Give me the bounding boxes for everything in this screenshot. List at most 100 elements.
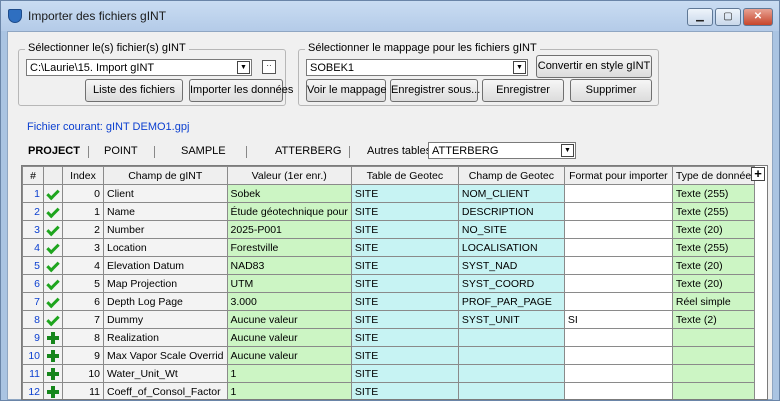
tab-atterberg[interactable]: ATTERBERG [275,145,341,157]
data-type-cell[interactable]: Texte (2) [671,310,756,329]
row-number[interactable]: 6 [22,274,44,293]
data-type-cell[interactable] [671,382,756,399]
tab-sample[interactable]: SAMPLE [181,145,226,157]
import-format-cell[interactable] [563,220,673,239]
value-cell[interactable]: 1 [226,382,352,399]
row-index[interactable]: 10 [62,364,104,383]
row-index[interactable]: 8 [62,328,104,347]
row-number[interactable]: 4 [22,238,44,257]
table-row[interactable]: 2 1 Name Étude géotechnique pour SITE DESCRIP… [22,202,756,221]
col-header-data-type[interactable]: Type de donnée [671,166,756,185]
row-number[interactable]: 10 [22,346,44,365]
row-number[interactable]: 8 [22,310,44,329]
geotec-table-cell[interactable]: SITE [350,310,459,329]
gint-field-cell[interactable]: Max Vapor Scale Overrid [103,346,228,365]
import-format-cell[interactable] [563,364,673,383]
table-row[interactable]: 8 7 Dummy Aucune valeur SITE SYST_UNIT SI Texte… [22,310,756,329]
row-number[interactable]: 7 [22,292,44,311]
row-index[interactable]: 0 [62,184,104,203]
geotec-table-cell[interactable]: SITE [350,238,459,257]
data-type-cell[interactable]: Texte (20) [671,256,756,275]
col-header-num[interactable]: # [22,166,44,185]
geotec-field-cell[interactable]: NOM_CLIENT [457,184,565,203]
col-header-index[interactable]: Index [62,166,104,185]
gint-field-cell[interactable]: Coeff_of_Consol_Factor [103,382,228,399]
data-type-cell[interactable]: Réel simple [671,292,756,311]
value-cell[interactable]: 3.000 [226,292,352,311]
status-cell[interactable] [43,364,63,383]
data-type-cell[interactable]: Texte (255) [671,184,756,203]
status-cell[interactable] [43,292,63,311]
import-format-cell[interactable] [563,346,673,365]
chevron-down-icon[interactable]: ▼ [237,61,250,74]
close-button[interactable]: ✕ [743,8,773,26]
gint-field-cell[interactable]: Number [103,220,228,239]
row-number[interactable]: 1 [22,184,44,203]
geotec-table-cell[interactable]: SITE [350,184,459,203]
data-type-cell[interactable] [671,364,756,383]
chevron-down-icon[interactable]: ▼ [561,144,574,157]
status-cell[interactable] [43,346,63,365]
mapping-combo[interactable]: SOBEK1 ▼ [306,59,528,76]
value-cell[interactable]: Aucune valeur [226,310,352,329]
geotec-table-cell[interactable]: SITE [350,364,459,383]
geotec-field-cell[interactable]: SYST_UNIT [457,310,565,329]
tab-point[interactable]: POINT [104,145,138,157]
table-row[interactable]: 5 4 Elevation Datum NAD83 SITE SYST_NAD Texte … [22,256,756,275]
geotec-field-cell[interactable] [457,364,565,383]
status-cell[interactable] [43,328,63,347]
row-number[interactable]: 11 [22,364,44,383]
value-cell[interactable]: 2025-P001 [226,220,352,239]
value-cell[interactable]: Aucune valeur [226,346,352,365]
geotec-table-cell[interactable]: SITE [350,346,459,365]
row-number[interactable]: 2 [22,202,44,221]
geotec-field-cell[interactable]: NO_SITE [457,220,565,239]
gint-field-cell[interactable]: Name [103,202,228,221]
row-index[interactable]: 7 [62,310,104,329]
gint-field-cell[interactable]: Realization [103,328,228,347]
status-cell[interactable] [43,202,63,221]
col-header-geotec-table[interactable]: Table de Geotec [350,166,459,185]
import-format-cell[interactable] [563,184,673,203]
value-cell[interactable]: 1 [226,364,352,383]
geotec-table-cell[interactable]: SITE [350,274,459,293]
status-cell[interactable] [43,382,63,399]
data-type-cell[interactable] [671,346,756,365]
row-index[interactable]: 1 [62,202,104,221]
delete-button[interactable]: Supprimer [570,79,652,102]
geotec-table-cell[interactable]: SITE [350,328,459,347]
table-row[interactable]: 1 0 Client Sobek SITE NOM_CLIENT Texte (255) [22,184,756,203]
geotec-field-cell[interactable]: DESCRIPTION [457,202,565,221]
table-row[interactable]: 11 10 Water_Unit_Wt 1 SITE [22,364,756,383]
chevron-down-icon[interactable]: ▼ [513,61,526,74]
col-header-status[interactable] [43,166,63,185]
add-column-button[interactable]: + [751,167,765,181]
status-cell[interactable] [43,310,63,329]
title-bar[interactable]: Importer des fichiers gINT ▁ ▢ ✕ [1,1,779,31]
import-format-cell[interactable] [563,274,673,293]
other-tables-combo[interactable]: ATTERBERG ▼ [428,142,576,159]
import-format-cell[interactable] [563,328,673,347]
value-cell[interactable]: Aucune valeur [226,328,352,347]
data-type-cell[interactable] [671,328,756,347]
col-header-gint-field[interactable]: Champ de gINT [103,166,228,185]
value-cell[interactable]: UTM [226,274,352,293]
row-index[interactable]: 2 [62,220,104,239]
browse-button[interactable]: ·· [262,60,276,74]
data-type-cell[interactable]: Texte (255) [671,238,756,257]
col-header-import-format[interactable]: Format pour importer [563,166,673,185]
table-row[interactable]: 7 6 Depth Log Page 3.000 SITE PROF_PAR_PAGE Ré… [22,292,756,311]
row-number[interactable]: 12 [22,382,44,399]
gint-field-cell[interactable]: Water_Unit_Wt [103,364,228,383]
geotec-field-cell[interactable]: SYST_NAD [457,256,565,275]
geotec-table-cell[interactable]: SITE [350,292,459,311]
row-index[interactable]: 4 [62,256,104,275]
table-row[interactable]: 4 3 Location Forestville SITE LOCALISATION Tex… [22,238,756,257]
geotec-field-cell[interactable] [457,382,565,399]
row-index[interactable]: 9 [62,346,104,365]
geotec-field-cell[interactable] [457,346,565,365]
list-files-button[interactable]: Liste des fichiers [85,79,183,102]
table-row[interactable]: 9 8 Realization Aucune valeur SITE [22,328,756,347]
gint-field-cell[interactable]: Depth Log Page [103,292,228,311]
import-format-cell[interactable] [563,256,673,275]
